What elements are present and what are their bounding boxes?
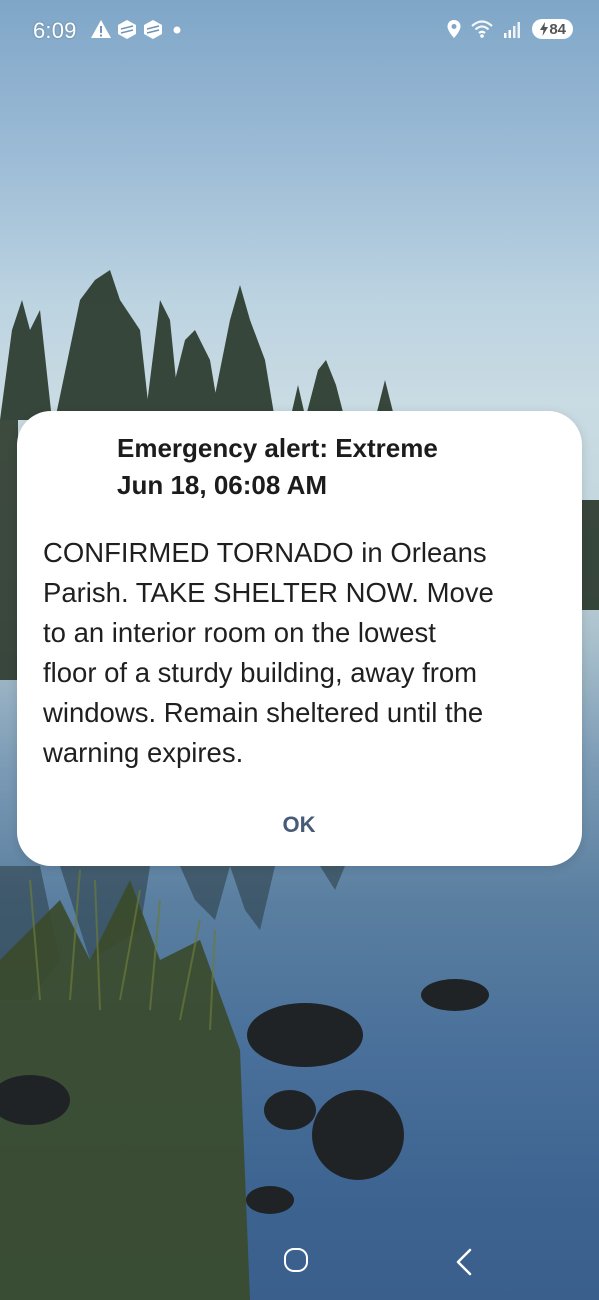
back-icon[interactable] [452, 1246, 476, 1278]
alert-message-line: floor of a sturdy building, away from [43, 657, 478, 688]
alert-message: CONFIRMED TORNADO in Orleans Parish. TAK… [43, 533, 563, 773]
notification-box-icon [118, 20, 136, 39]
dot-icon [173, 26, 181, 34]
alert-message-line: CONFIRMED TORNADO in Orleans [43, 537, 487, 568]
battery-level: 84 [549, 20, 566, 38]
alert-title: Emergency alert: Extreme Jun 18, 06:08 A… [117, 430, 557, 504]
alert-message-line: warning expires. [43, 737, 244, 768]
charging-bolt-icon [540, 22, 549, 36]
ok-button[interactable]: OK [249, 805, 349, 845]
home-icon[interactable] [284, 1248, 308, 1272]
emergency-alert-dialog: Emergency alert: Extreme Jun 18, 06:08 A… [17, 411, 582, 866]
status-system-icons: 84 [446, 18, 573, 40]
alert-message-line: windows. Remain sheltered until the [43, 697, 484, 728]
alert-timestamp: Jun 18, 06:08 AM [117, 470, 328, 500]
battery-indicator: 84 [532, 19, 573, 39]
status-bar: 6:09 84 [0, 0, 599, 62]
notification-box-icon [144, 20, 162, 39]
alert-severity: Emergency alert: Extreme [117, 433, 438, 463]
alert-message-line: to an interior room on the lowest [43, 617, 436, 648]
wifi-icon [471, 20, 494, 38]
signal-icon [504, 22, 521, 38]
warning-icon [91, 20, 111, 38]
location-icon [447, 20, 461, 38]
status-notification-icons [90, 18, 186, 40]
alert-message-line: Parish. TAKE SHELTER NOW. Move [43, 577, 494, 608]
status-time: 6:09 [33, 18, 77, 43]
